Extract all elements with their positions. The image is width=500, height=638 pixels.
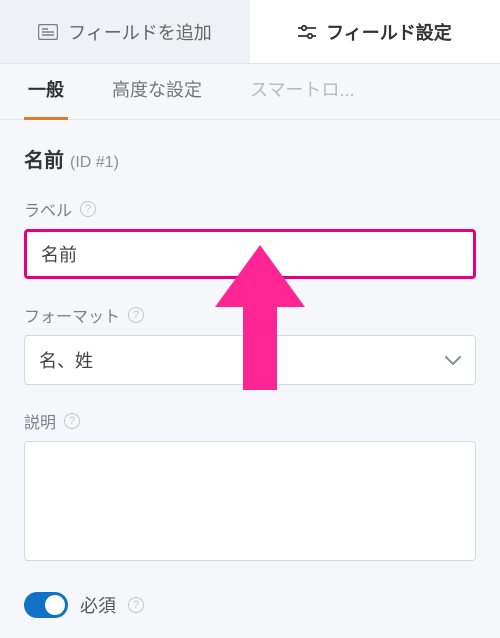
label-field-label-row: ラベル ? xyxy=(24,197,476,221)
section-title: 名前 (ID #1) xyxy=(24,144,476,173)
tab-field-settings[interactable]: フィールド設定 xyxy=(250,0,500,63)
section-id: (ID #1) xyxy=(70,154,119,172)
chevron-down-icon xyxy=(445,350,461,371)
tab-add-field-label: フィールドを追加 xyxy=(68,19,212,45)
subtab-advanced[interactable]: 高度な設定 xyxy=(108,78,206,120)
format-select[interactable]: 名、姓 xyxy=(24,335,476,385)
sliders-icon xyxy=(298,24,316,40)
subtab-bar: 一般 高度な設定 スマートロ... xyxy=(0,64,500,120)
format-select-value: 名、姓 xyxy=(39,347,93,373)
form-icon xyxy=(38,24,58,40)
description-textarea[interactable] xyxy=(24,441,476,561)
section-title-text: 名前 xyxy=(24,144,64,173)
required-toggle[interactable] xyxy=(24,592,68,618)
panel-header: フィールドを追加 フィールド設定 xyxy=(0,0,500,64)
help-icon[interactable]: ? xyxy=(128,307,144,323)
label-input[interactable] xyxy=(24,229,476,279)
description-field-block: 説明 ? xyxy=(24,409,476,566)
help-icon[interactable]: ? xyxy=(128,597,144,613)
tab-field-settings-label: フィールド設定 xyxy=(326,19,452,45)
subtab-general[interactable]: 一般 xyxy=(24,78,68,120)
format-field-block: フォーマット ? 名、姓 xyxy=(24,303,476,385)
content-area: 名前 (ID #1) ラベル ? フォーマット ? 名、姓 説明 ? xyxy=(0,120,500,614)
toggle-knob xyxy=(45,595,65,615)
description-field-label: 説明 xyxy=(24,409,56,433)
required-label: 必須 xyxy=(80,592,116,618)
help-icon[interactable]: ? xyxy=(80,201,96,217)
description-field-label-row: 説明 ? xyxy=(24,409,476,433)
help-icon[interactable]: ? xyxy=(64,413,80,429)
format-field-label: フォーマット xyxy=(24,303,120,327)
format-field-label-row: フォーマット ? xyxy=(24,303,476,327)
subtab-smart[interactable]: スマートロ... xyxy=(246,78,358,120)
label-field-label: ラベル xyxy=(24,197,72,221)
required-row: 必須 ? xyxy=(24,592,144,618)
label-field-block: ラベル ? xyxy=(24,197,476,279)
tab-add-field[interactable]: フィールドを追加 xyxy=(0,0,250,63)
